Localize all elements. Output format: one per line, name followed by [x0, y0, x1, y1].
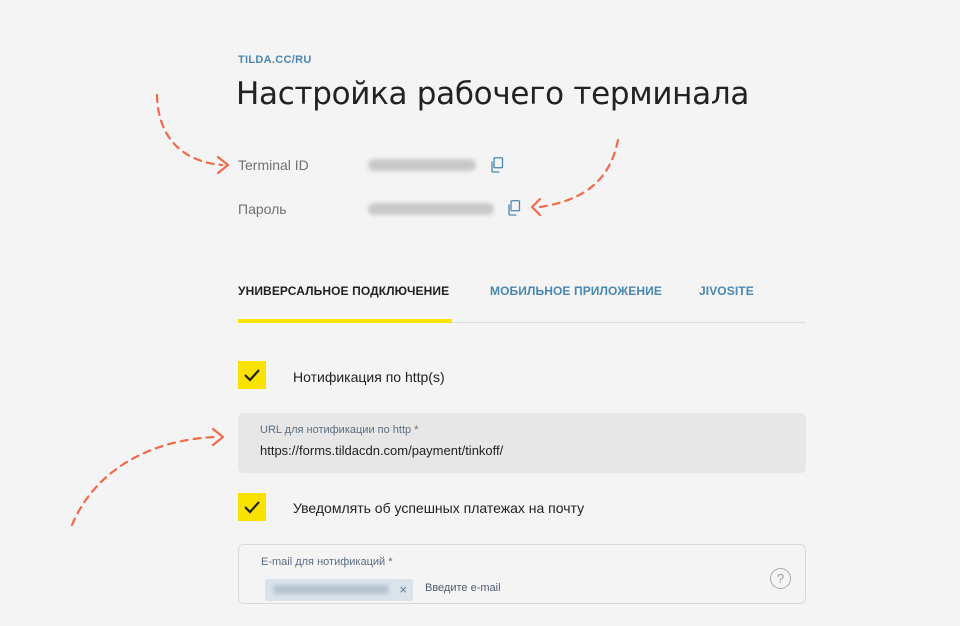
arrow-to-url-field	[70, 435, 217, 527]
terminal-settings-page: TILDA.CC/RU Настройка рабочего терминала…	[0, 0, 960, 626]
arrow-to-password	[538, 138, 620, 209]
arrowhead-password	[530, 197, 542, 217]
arrow-to-terminal-id	[155, 93, 224, 167]
annotation-arrows	[70, 93, 620, 527]
